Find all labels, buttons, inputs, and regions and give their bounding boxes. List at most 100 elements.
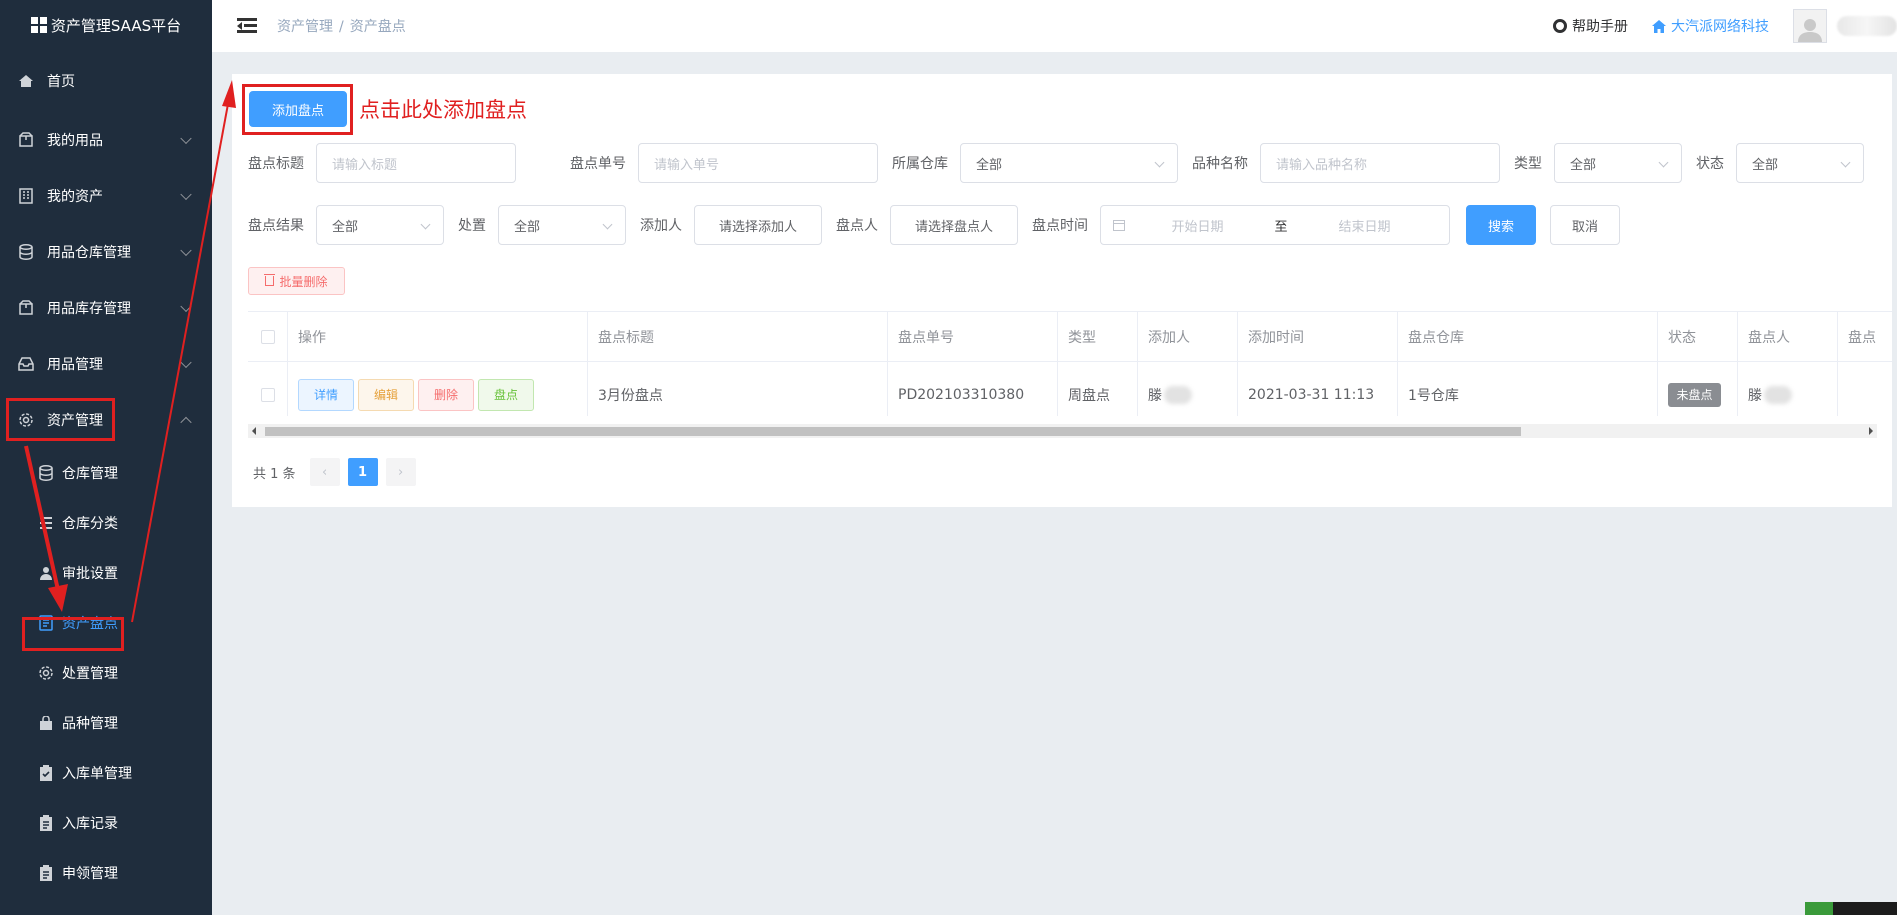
chevron-down-icon bbox=[180, 300, 192, 313]
sidebar-item-my-assets[interactable]: 我的资产 bbox=[0, 168, 212, 224]
cell-extra bbox=[1838, 362, 1892, 416]
sidebar-item-label: 用品库存管理 bbox=[47, 301, 131, 317]
grid-logo-icon bbox=[30, 17, 47, 33]
dispose-select-value: 全部 bbox=[514, 219, 541, 235]
sidebar-subitem-requisition[interactable]: 申领管理 bbox=[0, 848, 212, 898]
sidebar-subitem-approval[interactable]: 审批设置 bbox=[0, 548, 212, 598]
sidebar-item-supply-warehouse[interactable]: 用品仓库管理 bbox=[0, 224, 212, 280]
scroll-right-arrow-icon[interactable] bbox=[1869, 427, 1873, 435]
cell-order-no: PD202103310380 bbox=[888, 362, 1058, 416]
help-link[interactable]: 帮助手册 bbox=[1553, 16, 1628, 36]
edit-button[interactable]: 编辑 bbox=[358, 378, 414, 411]
sidebar-item-label: 我的资产 bbox=[47, 189, 103, 205]
column-header: 类型 bbox=[1058, 312, 1138, 361]
avatar[interactable] bbox=[1793, 9, 1827, 43]
sidebar-item-label: 用品管理 bbox=[47, 357, 103, 373]
sidebar: 资产管理SAAS平台 首页 我的用品 我的资产 用品仓库管理 用品库存管理 用品… bbox=[0, 0, 212, 915]
sidebar-subitem-dispose[interactable]: 处置管理 bbox=[0, 648, 212, 698]
sidebar-subitem-label: 审批设置 bbox=[62, 566, 118, 582]
adder-name: 滕 bbox=[1148, 387, 1162, 404]
menu-toggle-icon[interactable] bbox=[237, 18, 257, 34]
filter-dispose-label: 处置 bbox=[458, 218, 486, 234]
table-row: 详情 编辑 删除 盘点 3月份盘点 PD202103310380 周盘点 滕 2… bbox=[248, 362, 1892, 416]
filter-no-label: 盘点单号 bbox=[570, 156, 626, 172]
header-right: 帮助手册 大汽派网络科技 bbox=[1553, 0, 1897, 52]
sidebar-subitem-variety[interactable]: 品种管理 bbox=[0, 698, 212, 748]
breadcrumb-item[interactable]: 资产管理 bbox=[277, 19, 333, 35]
table-horizontal-scrollbar[interactable] bbox=[248, 424, 1877, 438]
status-select[interactable]: 全部 bbox=[1736, 143, 1864, 183]
batch-delete-button[interactable]: 批量删除 bbox=[248, 267, 345, 295]
corner-status-widget bbox=[1805, 902, 1897, 915]
annotation-text: 点击此处添加盘点 bbox=[359, 98, 527, 122]
select-all-checkbox[interactable] bbox=[260, 329, 275, 344]
warehouse-select[interactable]: 全部 bbox=[960, 143, 1178, 183]
search-button[interactable]: 搜索 bbox=[1466, 205, 1536, 245]
check-button[interactable]: 盘点 bbox=[478, 378, 534, 411]
sidebar-item-label: 首页 bbox=[47, 74, 75, 90]
batch-delete-label: 批量删除 bbox=[279, 274, 328, 289]
sidebar-subitem-label: 仓库管理 bbox=[62, 466, 118, 482]
sidebar-subitem-warehouse[interactable]: 仓库管理 bbox=[0, 448, 212, 498]
status-select-value: 全部 bbox=[1752, 157, 1779, 173]
cell-adder: 滕 bbox=[1138, 362, 1238, 416]
company-link[interactable]: 大汽派网络科技 bbox=[1652, 16, 1769, 36]
chevron-up-icon bbox=[180, 416, 192, 429]
filter-status-label: 状态 bbox=[1696, 156, 1724, 172]
sidebar-subitem-warehouse-category[interactable]: 仓库分类 bbox=[0, 498, 212, 548]
start-date-input[interactable]: 开始日期 bbox=[1125, 216, 1270, 235]
title-input[interactable]: 请输入标题 bbox=[316, 143, 516, 183]
select-adder-button[interactable]: 请选择添加人 bbox=[694, 205, 822, 245]
cancel-button[interactable]: 取消 bbox=[1550, 205, 1620, 245]
row-checkbox[interactable] bbox=[260, 387, 275, 402]
list-icon bbox=[38, 515, 54, 531]
detail-button[interactable]: 详情 bbox=[298, 378, 354, 411]
user-name-blurred[interactable] bbox=[1837, 16, 1897, 36]
sidebar-item-label: 我的用品 bbox=[47, 133, 103, 149]
order-no-input[interactable]: 请输入单号 bbox=[638, 143, 878, 183]
sidebar-item-supply-manage[interactable]: 用品管理 bbox=[0, 336, 212, 392]
scroll-left-arrow-icon[interactable] bbox=[252, 427, 256, 435]
filter-variety-label: 品种名称 bbox=[1192, 156, 1248, 172]
filter-type-label: 类型 bbox=[1514, 156, 1542, 172]
page-number-button[interactable]: 1 bbox=[347, 458, 378, 486]
warehouse-select-value: 全部 bbox=[976, 157, 1003, 173]
sidebar-subitem-label: 品种管理 bbox=[62, 716, 118, 732]
cell-warehouse: 1号仓库 bbox=[1398, 362, 1658, 416]
column-header: 状态 bbox=[1658, 312, 1738, 361]
result-select[interactable]: 全部 bbox=[316, 205, 444, 245]
dispose-select[interactable]: 全部 bbox=[498, 205, 626, 245]
row-actions: 详情 编辑 删除 盘点 bbox=[288, 362, 588, 416]
filter-result-label: 盘点结果 bbox=[248, 218, 304, 234]
variety-input[interactable]: 请输入品种名称 bbox=[1260, 143, 1500, 183]
user-avatar-icon bbox=[1798, 19, 1822, 42]
database-icon bbox=[38, 465, 54, 481]
sidebar-item-my-supplies[interactable]: 我的用品 bbox=[0, 112, 212, 168]
date-range-picker[interactable]: 开始日期 至 结束日期 bbox=[1100, 205, 1450, 245]
column-header: 添加人 bbox=[1138, 312, 1238, 361]
box-icon bbox=[17, 299, 35, 317]
prev-page-button[interactable]: ‹ bbox=[309, 458, 340, 486]
redacted-name bbox=[1764, 385, 1792, 404]
select-checker-button[interactable]: 请选择盘点人 bbox=[890, 205, 1018, 245]
sidebar-item-supply-stock[interactable]: 用品库存管理 bbox=[0, 280, 212, 336]
end-date-input[interactable]: 结束日期 bbox=[1292, 216, 1437, 235]
top-header: 资产管理 / 资产盘点 帮助手册 大汽派网络科技 bbox=[212, 0, 1897, 52]
sidebar-subitem-inbound-records[interactable]: 入库记录 bbox=[0, 798, 212, 848]
app-logo[interactable]: 资产管理SAAS平台 bbox=[0, 0, 212, 50]
type-select[interactable]: 全部 bbox=[1554, 143, 1682, 183]
app-title: 资产管理SAAS平台 bbox=[50, 16, 182, 35]
next-page-button[interactable]: › bbox=[385, 458, 416, 486]
filter-warehouse-label: 所属仓库 bbox=[892, 156, 948, 172]
sidebar-item-home[interactable]: 首页 bbox=[0, 50, 212, 112]
scrollbar-thumb[interactable] bbox=[265, 427, 1521, 436]
database-icon bbox=[17, 243, 35, 261]
sidebar-subitem-inbound-orders[interactable]: 入库单管理 bbox=[0, 748, 212, 798]
column-header: 盘点 bbox=[1838, 312, 1892, 361]
company-name: 大汽派网络科技 bbox=[1671, 19, 1769, 35]
building-icon bbox=[17, 187, 35, 205]
sidebar-subitem-label: 入库记录 bbox=[62, 816, 118, 832]
sidebar-subitem-label: 申领管理 bbox=[62, 866, 118, 882]
filter-time-label: 盘点时间 bbox=[1032, 218, 1088, 234]
delete-button[interactable]: 删除 bbox=[418, 378, 474, 411]
